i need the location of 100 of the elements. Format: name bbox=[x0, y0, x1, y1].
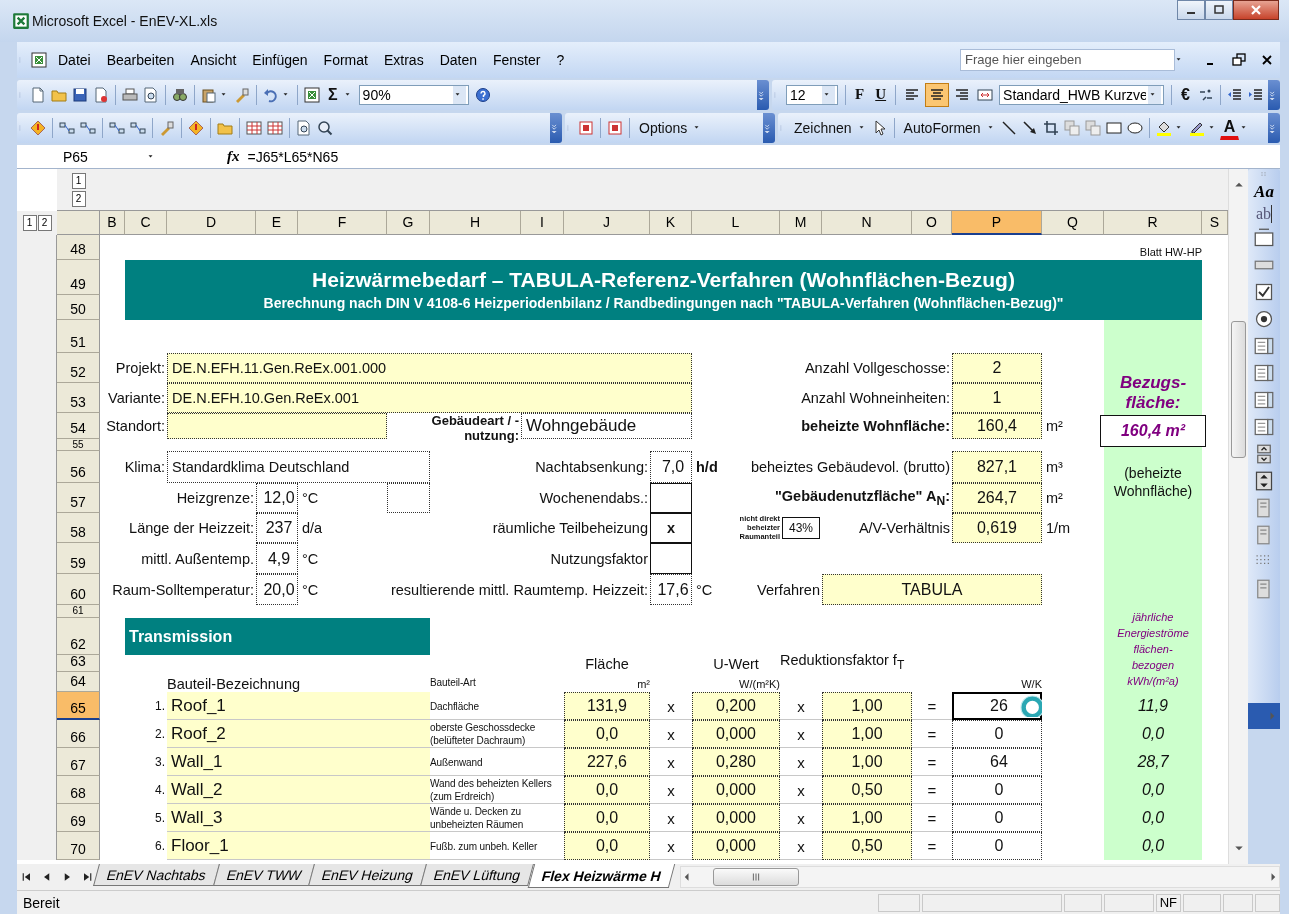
grid-icon[interactable] bbox=[246, 120, 262, 137]
menu-item[interactable]: Datei bbox=[51, 49, 98, 70]
input-cell[interactable]: 1,00 bbox=[822, 804, 912, 833]
row-header[interactable]: 57 bbox=[57, 483, 100, 514]
outline-level-button[interactable]: 1 bbox=[71, 172, 86, 189]
trace-arrows-icon[interactable] bbox=[59, 120, 75, 137]
formula-field[interactable]: =J65*L65*N65 bbox=[247, 148, 339, 165]
column-header[interactable]: L bbox=[692, 211, 780, 236]
row-header[interactable]: 59 bbox=[57, 543, 100, 575]
autoshapes-menu-button[interactable]: AutoFormen bbox=[898, 117, 986, 140]
value-cell[interactable] bbox=[387, 483, 430, 514]
row-header[interactable]: 61 bbox=[57, 605, 100, 619]
decrease-indent-icon[interactable] bbox=[1227, 86, 1243, 103]
row-header[interactable]: 58 bbox=[57, 513, 100, 544]
row-header[interactable]: 60 bbox=[57, 574, 100, 606]
document-icon[interactable] bbox=[93, 86, 109, 103]
bold-button[interactable]: F bbox=[850, 83, 870, 107]
merge-cells-icon[interactable] bbox=[977, 86, 994, 103]
input-cell[interactable]: 227,6 bbox=[564, 748, 650, 777]
row-header[interactable]: 68 bbox=[57, 776, 100, 805]
value-cell[interactable]: 12,0 bbox=[256, 483, 298, 514]
grid-icon[interactable] bbox=[267, 120, 283, 137]
underline-button[interactable]: U bbox=[870, 83, 892, 107]
dropdown-caret-icon[interactable] bbox=[452, 85, 466, 104]
increase-indent-icon[interactable] bbox=[1248, 86, 1264, 103]
value-cell[interactable]: 0 bbox=[952, 804, 1042, 833]
sheet-tab[interactable]: EnEV Lüftung bbox=[420, 864, 535, 887]
toolbar-options-icon[interactable] bbox=[757, 79, 770, 110]
menu-item[interactable]: Daten bbox=[432, 49, 484, 70]
list-box-icon[interactable] bbox=[1254, 336, 1274, 357]
value-cell[interactable]: 20,0 bbox=[256, 574, 298, 606]
row-header[interactable]: 55 bbox=[57, 439, 100, 452]
paste-icon[interactable] bbox=[201, 86, 217, 103]
input-cell[interactable]: 0,0 bbox=[564, 720, 650, 749]
diamond-icon[interactable] bbox=[188, 120, 204, 137]
close-button[interactable] bbox=[1233, 0, 1279, 20]
row-header[interactable]: 65 bbox=[57, 692, 100, 721]
pen-icon[interactable] bbox=[1188, 120, 1205, 137]
minimize-button[interactable] bbox=[1177, 0, 1205, 20]
row-header[interactable]: 52 bbox=[57, 353, 100, 384]
sheet-tab[interactable]: EnEV TWW bbox=[212, 864, 316, 887]
toolbar-options-icon[interactable] bbox=[1268, 113, 1280, 144]
print-preview-icon[interactable] bbox=[143, 86, 159, 103]
value-cell[interactable]: 4,9 bbox=[256, 543, 298, 575]
wordart-button[interactable]: Aa bbox=[1254, 182, 1274, 203]
trace-arrows-icon[interactable] bbox=[80, 120, 96, 137]
row-header[interactable]: 63 bbox=[57, 655, 100, 673]
value-cell[interactable]: 43% bbox=[782, 517, 820, 540]
rectangle-icon[interactable] bbox=[1105, 120, 1122, 137]
input-cell[interactable]: 0,0 bbox=[564, 804, 650, 833]
column-header[interactable]: M bbox=[780, 211, 822, 236]
row-header[interactable]: 56 bbox=[57, 451, 100, 484]
column-header[interactable]: E bbox=[256, 211, 298, 236]
value-cell[interactable]: 0 bbox=[952, 776, 1042, 805]
sheet-tab[interactable]: Flex Heizwärme H bbox=[527, 864, 675, 889]
excel-icon[interactable] bbox=[12, 12, 30, 30]
input-cell[interactable]: 0,280 bbox=[692, 748, 780, 777]
input-cell[interactable]: 1 bbox=[952, 383, 1042, 414]
value-cell[interactable]: Standardklima Deutschland bbox=[167, 451, 430, 484]
save-icon[interactable] bbox=[72, 86, 88, 103]
menu-item[interactable]: ? bbox=[549, 49, 572, 70]
value-cell[interactable]: 17,6 bbox=[650, 574, 692, 606]
column-header[interactable]: R bbox=[1104, 211, 1202, 236]
input-cell[interactable]: 0,000 bbox=[692, 720, 780, 749]
row-header[interactable]: 54 bbox=[57, 413, 100, 440]
value-cell[interactable]: 0 bbox=[952, 720, 1042, 749]
menu-item[interactable]: Extras bbox=[376, 49, 431, 70]
menu-item[interactable]: Format bbox=[316, 49, 375, 70]
ellipse-icon[interactable] bbox=[1126, 120, 1143, 137]
name-box[interactable]: P65 bbox=[61, 148, 177, 165]
toolbar-options-icon[interactable] bbox=[1268, 79, 1280, 110]
input-cell[interactable]: Wall_3 bbox=[167, 804, 430, 833]
draw-menu-button[interactable]: Zeichnen bbox=[789, 117, 857, 140]
function-button[interactable]: fx bbox=[177, 148, 248, 166]
row-header[interactable]: 51 bbox=[57, 320, 100, 354]
value-cell[interactable] bbox=[650, 483, 692, 514]
row-header[interactable]: 50 bbox=[57, 295, 100, 321]
column-header[interactable]: J bbox=[564, 211, 650, 236]
restore-icon[interactable] bbox=[1231, 51, 1247, 68]
input-cell[interactable]: 0,0 bbox=[564, 832, 650, 861]
input-cell[interactable]: Roof_2 bbox=[167, 720, 430, 749]
help-search-field[interactable]: Frage hier eingeben bbox=[960, 48, 1175, 71]
maximize-button[interactable] bbox=[1205, 0, 1233, 20]
font-color-button[interactable]: A bbox=[1219, 116, 1240, 140]
help-icon[interactable] bbox=[474, 86, 491, 103]
text-field-button[interactable]: ab bbox=[1255, 205, 1273, 224]
column-header[interactable]: D bbox=[167, 211, 256, 236]
input-cell[interactable]: 131,9 bbox=[564, 692, 650, 721]
input-cell[interactable] bbox=[167, 413, 387, 440]
input-cell[interactable]: 0,50 bbox=[822, 776, 912, 805]
input-cell[interactable]: 0,000 bbox=[692, 804, 780, 833]
input-cell[interactable]: Wall_1 bbox=[167, 748, 430, 777]
value-cell[interactable]: 237 bbox=[256, 513, 298, 544]
value-cell[interactable]: 7,0 bbox=[650, 451, 692, 484]
toolbar-options-icon[interactable] bbox=[550, 113, 562, 144]
column-header[interactable]: H bbox=[430, 211, 521, 236]
fill-bucket-icon[interactable] bbox=[1155, 120, 1172, 137]
column-header[interactable]: O bbox=[912, 211, 952, 236]
input-cell[interactable]: 0,619 bbox=[952, 513, 1042, 544]
document-icon[interactable] bbox=[296, 120, 312, 137]
